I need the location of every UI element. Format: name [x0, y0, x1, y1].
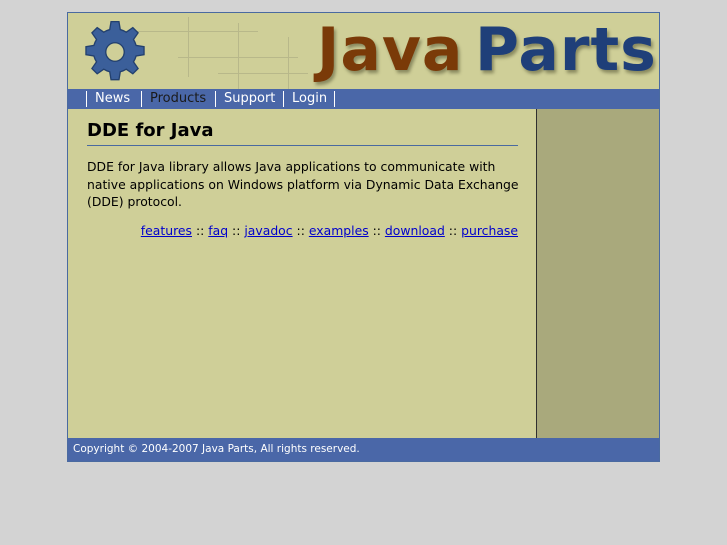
title-divider — [87, 145, 518, 146]
page-title: DDE for Java — [87, 120, 214, 141]
banner-grid-line — [218, 73, 308, 74]
logo-word-java: Java — [317, 15, 464, 85]
nav-separator — [334, 91, 335, 107]
product-description: DDE for Java library allows Java applica… — [87, 159, 519, 209]
banner-grid-line — [188, 17, 189, 77]
banner-grid-line — [238, 23, 239, 89]
gear-icon — [85, 20, 145, 81]
nav-item-products[interactable]: Products — [141, 91, 214, 107]
link-download[interactable]: download — [385, 223, 445, 238]
link-purchase[interactable]: purchase — [461, 223, 518, 238]
link-separator: :: — [372, 223, 381, 238]
header-banner: Java Parts — [68, 13, 659, 89]
link-separator: :: — [195, 223, 205, 238]
main-content: DDE for Java DDE for Java library allows… — [68, 109, 536, 438]
page-frame: Java Parts News Products Support Login D… — [67, 12, 660, 462]
link-separator: :: — [448, 223, 458, 238]
nav-item-support[interactable]: Support — [215, 91, 283, 107]
copyright-text: Copyright © 2004-2007 Java Parts, All ri… — [73, 443, 360, 455]
link-examples[interactable]: examples — [309, 223, 369, 238]
nav-item-news[interactable]: News — [86, 91, 148, 107]
logo-word-parts: Parts — [475, 15, 657, 85]
link-features[interactable]: features — [141, 223, 192, 238]
link-javadoc[interactable]: javadoc — [244, 223, 292, 238]
product-links: features :: faq :: javadoc :: examples :… — [141, 223, 518, 239]
nav-item-login[interactable]: Login — [283, 91, 337, 107]
top-nav: News Products Support Login — [68, 89, 659, 109]
link-separator: :: — [296, 223, 305, 238]
link-faq[interactable]: faq — [208, 223, 228, 238]
link-separator: :: — [232, 223, 241, 238]
footer-bar: Copyright © 2004-2007 Java Parts, All ri… — [68, 438, 659, 461]
banner-grid-line — [288, 37, 289, 89]
right-sidebar — [536, 109, 659, 438]
